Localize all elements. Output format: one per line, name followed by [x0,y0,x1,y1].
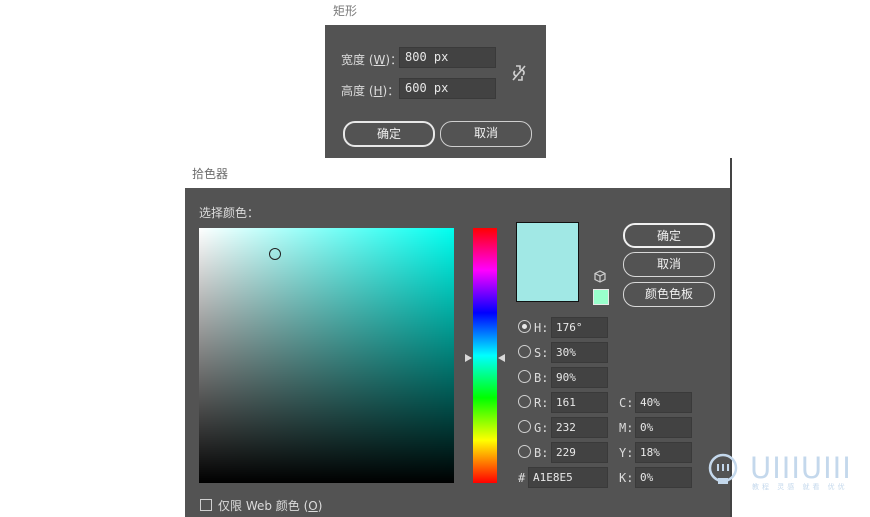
width-input[interactable]: 800 px [399,47,496,68]
saturation-input[interactable]: 30% [551,342,608,363]
green-input[interactable]: 232 [551,417,608,438]
hex-label: # [518,471,526,485]
black-input[interactable]: 0% [635,467,692,488]
red-radio[interactable] [518,395,531,408]
magenta-input[interactable]: 0% [635,417,692,438]
hue-slider-handle-left[interactable] [465,354,472,362]
web-colors-only-label: 仅限 Web 颜色 (O) [218,499,323,513]
web-colors-only-checkbox[interactable] [200,499,212,511]
web-colors-only-text: 仅限 Web 颜色 [218,499,300,513]
red-label: R: [534,396,549,410]
web-colors-only-key: O [308,499,318,513]
height-shortcut-key: H [373,84,383,98]
watermark: UIIIUIII 教程 灵感 就看 优优 [706,451,856,491]
hex-input[interactable]: A1E8E5 [528,467,608,488]
width-label: 宽度 (W)： [341,53,403,67]
hue-slider-handle-right[interactable] [498,354,505,362]
magenta-label: M: [619,421,634,435]
unlink-proportions-icon[interactable] [511,64,527,82]
picker-cancel-button[interactable]: 取消 [623,252,715,277]
watermark-text: UIIIUIII [750,451,852,485]
cyan-input[interactable]: 40% [635,392,692,413]
websafe-color-swatch[interactable] [593,289,609,305]
saturation-label: S: [534,346,549,360]
rect-ok-button[interactable]: 确定 [343,121,435,147]
rect-cancel-button[interactable]: 取消 [440,121,532,147]
bulb-logo-icon [708,453,738,484]
hue-input[interactable]: 176° [551,317,608,338]
yellow-input[interactable]: 18% [635,442,692,463]
green-radio[interactable] [518,420,531,433]
green-label: G: [534,421,549,435]
rectangle-dialog: 宽度 (W)： 800 px 高度 (H)： 600 px 确定 取消 [325,25,546,158]
cyan-label: C: [619,396,634,410]
height-label: 高度 (H)： [341,84,400,98]
websafe-cube-icon[interactable] [594,270,606,283]
current-color-swatch [516,222,579,302]
color-picker-dialog: 选择颜色： 确定 取消 颜色色板 H: 176° S: 30% B: 90% R… [185,188,732,517]
color-swatches-button[interactable]: 颜色色板 [623,282,715,307]
color-cursor[interactable] [269,248,281,260]
hue-label: H: [534,321,549,335]
saturation-radio[interactable] [518,345,531,358]
height-input[interactable]: 600 px [399,78,496,99]
select-color-label: 选择颜色： [199,206,260,220]
width-label-text: 宽度 [341,53,366,67]
height-label-text: 高度 [341,84,366,98]
brightness-radio[interactable] [518,370,531,383]
width-shortcut-key: W [373,53,386,67]
brightness-label: B: [534,371,549,385]
red-input[interactable]: 161 [551,392,608,413]
yellow-label: Y: [619,446,634,460]
saturation-brightness-field[interactable] [199,228,454,483]
blue-label: B: [534,446,549,460]
rectangle-dialog-title: 矩形 [333,4,358,18]
blue-input[interactable]: 229 [551,442,608,463]
color-picker-titlebar: 拾色器 [185,158,732,188]
color-picker-title: 拾色器 [192,167,229,181]
picker-ok-button[interactable]: 确定 [623,223,715,248]
hue-radio[interactable] [518,320,531,333]
brightness-input[interactable]: 90% [551,367,608,388]
watermark-subtext: 教程 灵感 就看 优优 [752,483,848,491]
hue-slider[interactable] [473,228,497,483]
blue-radio[interactable] [518,445,531,458]
black-label: K: [619,471,634,485]
